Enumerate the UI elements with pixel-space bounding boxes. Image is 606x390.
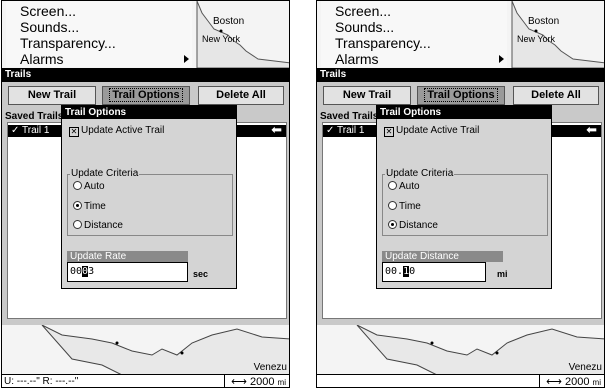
radio-label: Distance <box>399 220 438 231</box>
update-distance-input[interactable]: 00.10 <box>382 262 486 282</box>
map-label-newyork: New York <box>202 34 241 44</box>
radio-icon <box>73 181 82 190</box>
menu-item-sounds[interactable]: Sounds... <box>20 19 79 35</box>
map-label-newyork: New York <box>517 34 556 44</box>
radio-icon <box>73 220 82 229</box>
menu-item-transparency[interactable]: Transparency... <box>335 35 431 51</box>
dialog-title: Trail Options <box>62 106 236 119</box>
coastline-bottom-map <box>41 325 289 375</box>
menu-item-sounds[interactable]: Sounds... <box>335 19 394 35</box>
trails-title: Trails <box>2 68 289 82</box>
radio-time[interactable]: Time <box>73 201 106 212</box>
update-distance-unit: mi <box>497 269 508 279</box>
radio-selected-icon <box>388 220 397 229</box>
radio-distance[interactable]: Distance <box>388 220 438 231</box>
radio-label: Distance <box>84 220 123 231</box>
screen-left: Boston New York Screen... Sounds... Tran… <box>1 0 290 388</box>
update-criteria-group: Update Criteria Auto Time Distance <box>67 168 233 236</box>
cursor-readout: U: ---.--" R: ---.--" <box>4 376 79 387</box>
dialog-title: Trail Options <box>377 106 551 119</box>
radio-label: Time <box>399 201 421 212</box>
submenu-arrow-icon <box>499 55 504 63</box>
screen-right: Boston New York Screen... Sounds... Tran… <box>316 0 605 388</box>
field-prefix: 00. <box>385 266 404 277</box>
new-trail-button[interactable]: New Trail <box>323 86 411 105</box>
zoom-unit: mi <box>277 378 286 387</box>
menu-item-screen[interactable]: Screen... <box>335 3 391 19</box>
coastline-bottom-map <box>356 325 604 375</box>
trail-options-button[interactable]: Trail Options <box>102 86 190 105</box>
radio-label: Auto <box>84 181 105 192</box>
options-menu: Screen... Sounds... Transparency... Alar… <box>321 1 507 67</box>
check-icon: ✓ <box>326 125 335 136</box>
field-suffix: 3 <box>88 266 95 277</box>
update-active-trail-checkbox[interactable]: ✕ Update Active Trail <box>384 125 479 137</box>
radio-icon <box>388 181 397 190</box>
trails-title: Trails <box>317 68 604 82</box>
saved-trails-label: Saved Trails <box>5 111 64 122</box>
return-arrow-icon: ⬅ <box>271 122 282 137</box>
checkbox-label: Update Active Trail <box>396 125 480 136</box>
group-label: Update Criteria <box>385 168 455 179</box>
horizontal-arrows-icon: ⟷ <box>231 376 247 388</box>
check-icon: ✓ <box>11 125 20 136</box>
field-prefix: 00 <box>70 266 83 277</box>
group-label: Update Criteria <box>70 168 140 179</box>
trail-options-dialog: Trail Options ✕ Update Active Trail Updat… <box>61 105 237 289</box>
radio-distance[interactable]: Distance <box>73 220 123 231</box>
radio-auto[interactable]: Auto <box>73 181 105 192</box>
zoom-value: 2000 <box>565 376 590 388</box>
menu-item-screen[interactable]: Screen... <box>20 3 76 19</box>
field-suffix: 0 <box>409 266 416 277</box>
zoom-scale: ⟷ 2000 mi <box>224 375 286 388</box>
update-active-trail-checkbox[interactable]: ✕ Update Active Trail <box>69 125 164 137</box>
trail-options-label: Trail Options <box>109 88 183 102</box>
status-bar: ⟷ 2000 mi <box>317 374 604 388</box>
map-label-boston: Boston <box>213 16 245 27</box>
new-trail-button[interactable]: New Trail <box>8 86 96 105</box>
saved-trails-label: Saved Trails <box>320 111 379 122</box>
menu-item-alarms[interactable]: Alarms <box>20 51 64 67</box>
map-label-boston: Boston <box>528 16 560 27</box>
submenu-arrow-icon <box>184 55 189 63</box>
update-rate-unit: sec <box>193 269 209 279</box>
update-rate-input[interactable]: 0003 <box>67 262 188 282</box>
radio-icon <box>388 201 397 210</box>
delete-all-button[interactable]: Delete All <box>198 86 284 105</box>
trail-name: Trail 1 <box>337 125 365 136</box>
status-bar: U: ---.--" R: ---.--" ⟷ 2000 mi <box>2 374 289 388</box>
zoom-unit: mi <box>592 378 601 387</box>
radio-selected-icon <box>73 201 82 210</box>
trail-options-button[interactable]: Trail Options <box>417 86 505 105</box>
options-menu: Screen... Sounds... Transparency... Alar… <box>6 1 192 67</box>
delete-all-button[interactable]: Delete All <box>513 86 599 105</box>
radio-label: Time <box>84 201 106 212</box>
map-top: Boston New York Screen... Sounds... Tran… <box>317 1 604 68</box>
horizontal-arrows-icon: ⟷ <box>546 376 562 388</box>
zoom-scale: ⟷ 2000 mi <box>539 375 601 388</box>
checkbox-checked-icon: ✕ <box>384 127 394 137</box>
radio-auto[interactable]: Auto <box>388 181 420 192</box>
map-bottom: Venezu <box>317 325 604 375</box>
trail-options-dialog: Trail Options ✕ Update Active Trail Updat… <box>376 105 552 289</box>
update-rate-label: Update Rate <box>67 251 188 262</box>
menu-item-alarms[interactable]: Alarms <box>335 51 379 67</box>
map-label-venezuela: Venezu <box>253 362 287 373</box>
checkbox-label: Update Active Trail <box>81 125 165 136</box>
radio-time[interactable]: Time <box>388 201 421 212</box>
radio-label: Auto <box>399 181 420 192</box>
update-criteria-group: Update Criteria Auto Time Distance <box>382 168 548 236</box>
map-bottom: Venezu <box>2 325 289 375</box>
map-top: Boston New York Screen... Sounds... Tran… <box>2 1 289 68</box>
update-distance-label: Update Distance <box>382 251 503 262</box>
checkbox-checked-icon: ✕ <box>69 127 79 137</box>
trail-options-label: Trail Options <box>424 88 498 102</box>
return-arrow-icon: ⬅ <box>586 122 597 137</box>
zoom-value: 2000 <box>250 376 275 388</box>
map-label-venezuela: Venezu <box>568 362 602 373</box>
trail-name: Trail 1 <box>22 125 50 136</box>
menu-item-transparency[interactable]: Transparency... <box>20 35 116 51</box>
